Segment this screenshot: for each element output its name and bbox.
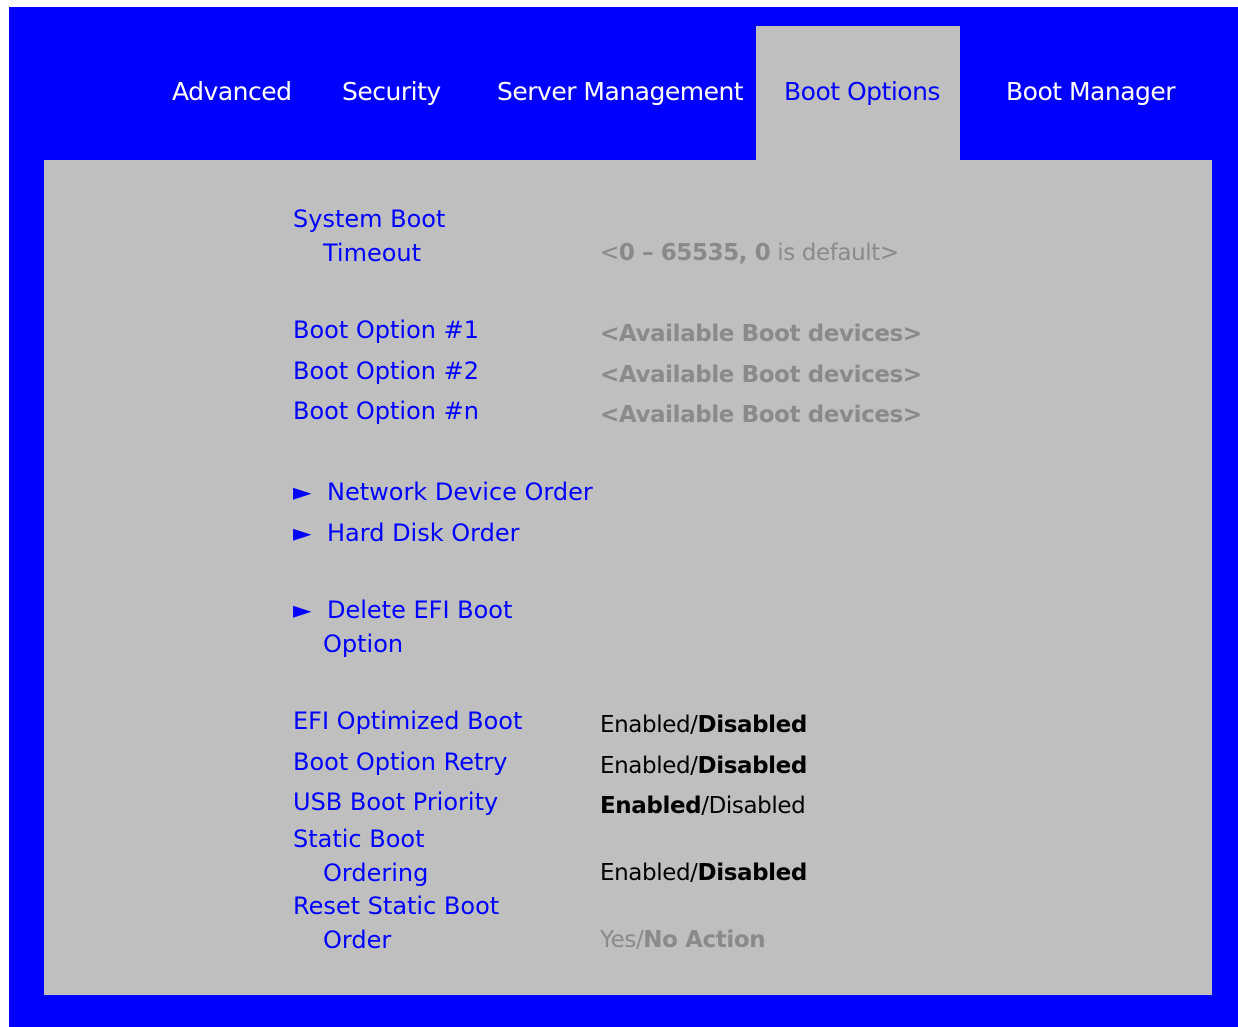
boot-option-1-value[interactable]: <Available Boot devices> [600, 319, 922, 349]
hard-disk-order-link[interactable]: ► Hard Disk Order [293, 516, 519, 550]
delete-efi-boot-option-label-line2: Option [323, 630, 404, 658]
tab-boot-options-label: Boot Options [784, 77, 940, 106]
option-separator: / [701, 793, 709, 819]
usb-boot-priority-value[interactable]: Enabled/Disabled [600, 791, 806, 821]
tab-bar: Advanced Security Server Management Boot… [9, 7, 1238, 162]
boot-option-1-label[interactable]: Boot Option #1 [293, 313, 479, 347]
reset-static-boot-order-value[interactable]: Yes/No Action [600, 925, 766, 955]
setting-label-line1: Reset Static Boot [293, 892, 500, 920]
submenu-arrow-icon: ► [293, 596, 312, 624]
network-device-order-link[interactable]: ► Network Device Order [293, 475, 593, 509]
boot-option-n-value[interactable]: <Available Boot devices> [600, 400, 922, 430]
hard-disk-order-label: Hard Disk Order [327, 519, 520, 547]
option-separator: / [690, 753, 698, 779]
boot-option-2-label[interactable]: Boot Option #2 [293, 354, 479, 388]
option-separator: / [690, 712, 698, 738]
submenu-arrow-icon: ► [293, 519, 312, 547]
submenu-arrow-icon: ► [293, 478, 312, 506]
boot-option-retry-label[interactable]: Boot Option Retry [293, 745, 507, 779]
static-boot-ordering-setting[interactable]: Static Boot Ordering [293, 822, 428, 890]
option-separator: / [690, 860, 698, 886]
setting-label-line2: Timeout [323, 239, 422, 267]
boot-options-panel: System Boot Timeout <0 – 65535, 0 is def… [44, 160, 1212, 995]
option-enabled: Enabled [600, 753, 691, 779]
reset-static-boot-order-setting[interactable]: Reset Static Boot Order [293, 889, 499, 957]
value-open: < [600, 240, 619, 266]
efi-optimized-boot-label[interactable]: EFI Optimized Boot [293, 704, 522, 738]
setting-label-line1: System Boot [293, 205, 446, 233]
setting-label-line2: Order [323, 926, 392, 954]
boot-option-n-label[interactable]: Boot Option #n [293, 394, 479, 428]
tab-advanced[interactable]: Advanced [172, 77, 292, 106]
option-disabled: Disabled [708, 793, 806, 819]
option-enabled-selected: Enabled [600, 793, 702, 819]
delete-efi-boot-option-link[interactable]: ► Delete EFI Boot Option [293, 593, 512, 661]
network-device-order-label: Network Device Order [327, 478, 593, 506]
usb-boot-priority-label[interactable]: USB Boot Priority [293, 785, 498, 819]
option-disabled-selected: Disabled [697, 712, 808, 738]
option-enabled: Enabled [600, 860, 691, 886]
option-enabled: Enabled [600, 712, 691, 738]
delete-efi-boot-option-label-line1: Delete EFI Boot [327, 596, 513, 624]
bios-setup-frame: Advanced Security Server Management Boot… [9, 7, 1238, 1027]
boot-option-2-value[interactable]: <Available Boot devices> [600, 360, 922, 390]
system-boot-timeout-value[interactable]: <0 – 65535, 0 is default> [600, 238, 899, 268]
value-range: 0 – 65535, 0 [618, 240, 771, 266]
system-boot-timeout-setting[interactable]: System Boot Timeout [293, 202, 445, 270]
setting-label-line2: Ordering [323, 859, 429, 887]
option-no-action-selected: No Action [643, 927, 766, 953]
boot-option-retry-value[interactable]: Enabled/Disabled [600, 751, 807, 781]
option-yes: Yes [600, 927, 636, 953]
tab-security[interactable]: Security [342, 77, 441, 106]
tab-boot-manager[interactable]: Boot Manager [1006, 77, 1176, 106]
setting-label-line1: Static Boot [293, 825, 425, 853]
option-disabled-selected: Disabled [697, 860, 808, 886]
value-default-text: is default [770, 240, 880, 266]
efi-optimized-boot-value[interactable]: Enabled/Disabled [600, 710, 807, 740]
static-boot-ordering-value[interactable]: Enabled/Disabled [600, 858, 807, 888]
tab-boot-options[interactable]: Boot Options [756, 26, 960, 162]
value-close: > [879, 240, 899, 266]
option-disabled-selected: Disabled [697, 753, 808, 779]
tab-server-management[interactable]: Server Management [497, 77, 744, 106]
